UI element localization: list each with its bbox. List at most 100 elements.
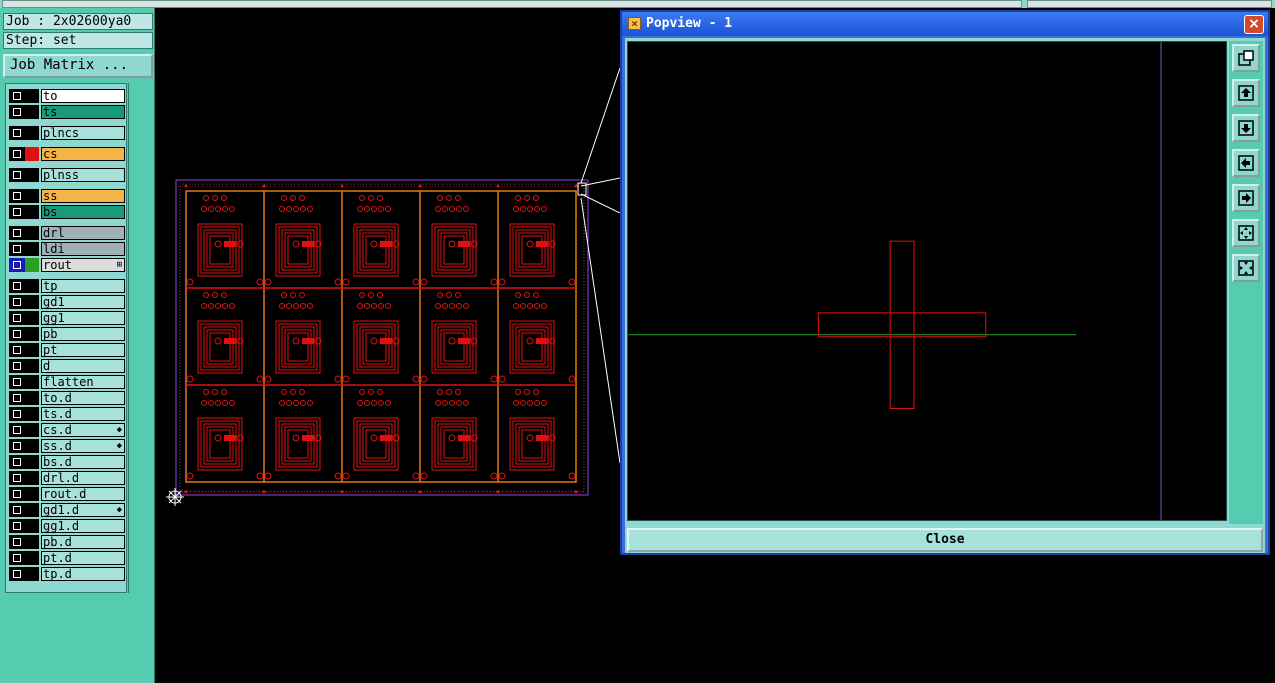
layer-checkbox[interactable] bbox=[9, 327, 25, 341]
layer-name[interactable]: drl bbox=[41, 226, 125, 240]
layer-name[interactable]: ts.d bbox=[41, 407, 125, 421]
layer-row-ts.d[interactable]: ts.d bbox=[8, 407, 125, 421]
layer-checkbox[interactable] bbox=[9, 126, 25, 140]
layer-color-swatch[interactable] bbox=[25, 343, 39, 357]
layer-color-swatch[interactable] bbox=[25, 503, 39, 517]
layer-color-swatch[interactable] bbox=[25, 391, 39, 405]
layer-color-swatch[interactable] bbox=[25, 295, 39, 309]
layer-checkbox[interactable] bbox=[9, 519, 25, 533]
layer-row-cs[interactable]: cs bbox=[8, 147, 125, 161]
layer-list-scrollbar[interactable] bbox=[128, 83, 154, 593]
layer-row-drl[interactable]: drl bbox=[8, 226, 125, 240]
layer-name[interactable]: cs bbox=[41, 147, 125, 161]
layer-checkbox[interactable] bbox=[9, 487, 25, 501]
layer-color-swatch[interactable] bbox=[25, 242, 39, 256]
layer-row-gd1.d[interactable]: gd1.d ◆ bbox=[8, 503, 125, 517]
layer-checkbox[interactable] bbox=[9, 503, 25, 517]
layer-checkbox[interactable] bbox=[9, 535, 25, 549]
layer-checkbox[interactable] bbox=[9, 567, 25, 581]
layer-color-swatch[interactable] bbox=[25, 327, 39, 341]
layer-row-d[interactable]: d bbox=[8, 359, 125, 373]
layer-color-swatch[interactable] bbox=[25, 89, 39, 103]
layer-name[interactable]: d bbox=[41, 359, 125, 373]
layer-row-gg1[interactable]: gg1 bbox=[8, 311, 125, 325]
layer-color-swatch[interactable] bbox=[25, 423, 39, 437]
layer-color-swatch[interactable] bbox=[25, 147, 39, 161]
layer-checkbox[interactable] bbox=[9, 551, 25, 565]
job-matrix-button[interactable]: Job Matrix ... bbox=[3, 54, 153, 78]
layer-row-rout[interactable]: rout ⊞ bbox=[8, 258, 125, 272]
layer-checkbox[interactable] bbox=[9, 189, 25, 203]
layer-color-swatch[interactable] bbox=[25, 359, 39, 373]
layer-color-swatch[interactable] bbox=[25, 519, 39, 533]
layer-name[interactable]: to.d bbox=[41, 391, 125, 405]
layer-checkbox[interactable] bbox=[9, 89, 25, 103]
layer-checkbox[interactable] bbox=[9, 423, 25, 437]
layer-row-drl.d[interactable]: drl.d bbox=[8, 471, 125, 485]
layer-name[interactable]: gg1.d bbox=[41, 519, 125, 533]
layer-name[interactable]: pt bbox=[41, 343, 125, 357]
layer-checkbox[interactable] bbox=[9, 455, 25, 469]
layer-name[interactable]: rout.d bbox=[41, 487, 125, 501]
layer-name[interactable]: tp bbox=[41, 279, 125, 293]
layer-color-swatch[interactable] bbox=[25, 551, 39, 565]
layer-name[interactable]: cs.d ◆ bbox=[41, 423, 125, 437]
layer-row-plncs[interactable]: plncs bbox=[8, 126, 125, 140]
layer-checkbox[interactable] bbox=[9, 295, 25, 309]
layer-name[interactable]: ts bbox=[41, 105, 125, 119]
layer-checkbox[interactable] bbox=[9, 258, 25, 272]
layer-color-swatch[interactable] bbox=[25, 535, 39, 549]
layer-row-pt.d[interactable]: pt.d bbox=[8, 551, 125, 565]
layer-name[interactable]: ss.d ◆ bbox=[41, 439, 125, 453]
layer-row-pb[interactable]: pb bbox=[8, 327, 125, 341]
layer-name[interactable]: bs bbox=[41, 205, 125, 219]
close-button[interactable]: Close bbox=[627, 528, 1263, 552]
layer-row-pt[interactable]: pt bbox=[8, 343, 125, 357]
layer-color-swatch[interactable] bbox=[25, 471, 39, 485]
layer-color-swatch[interactable] bbox=[25, 279, 39, 293]
layer-name[interactable]: pb.d bbox=[41, 535, 125, 549]
layer-checkbox[interactable] bbox=[9, 226, 25, 240]
layer-name[interactable]: ss bbox=[41, 189, 125, 203]
layer-color-swatch[interactable] bbox=[25, 407, 39, 421]
popview-viewport[interactable] bbox=[627, 41, 1227, 521]
layer-name[interactable]: rout ⊞ bbox=[41, 258, 125, 272]
layer-name[interactable]: flatten bbox=[41, 375, 125, 389]
layer-color-swatch[interactable] bbox=[25, 258, 39, 272]
pan-up-icon[interactable] bbox=[1232, 79, 1260, 107]
layer-name[interactable]: gg1 bbox=[41, 311, 125, 325]
layer-row-gd1[interactable]: gd1 bbox=[8, 295, 125, 309]
layer-row-tp.d[interactable]: tp.d bbox=[8, 567, 125, 581]
layer-checkbox[interactable] bbox=[9, 359, 25, 373]
layer-checkbox[interactable] bbox=[9, 343, 25, 357]
pan-down-icon[interactable] bbox=[1232, 114, 1260, 142]
zoom-fit-icon[interactable] bbox=[1232, 254, 1260, 282]
layer-name[interactable]: ldi bbox=[41, 242, 125, 256]
layer-name[interactable]: pb bbox=[41, 327, 125, 341]
layer-row-plnss[interactable]: plnss bbox=[8, 168, 125, 182]
layer-color-swatch[interactable] bbox=[25, 205, 39, 219]
layer-checkbox[interactable] bbox=[9, 391, 25, 405]
layer-color-swatch[interactable] bbox=[25, 455, 39, 469]
layer-color-swatch[interactable] bbox=[25, 105, 39, 119]
layer-row-rout.d[interactable]: rout.d bbox=[8, 487, 125, 501]
layer-row-cs.d[interactable]: cs.d ◆ bbox=[8, 423, 125, 437]
layer-color-swatch[interactable] bbox=[25, 567, 39, 581]
layer-row-to.d[interactable]: to.d bbox=[8, 391, 125, 405]
window-close-icon[interactable]: × bbox=[1244, 15, 1264, 34]
layer-checkbox[interactable] bbox=[9, 205, 25, 219]
pan-left-icon[interactable] bbox=[1232, 149, 1260, 177]
layer-name[interactable]: pt.d bbox=[41, 551, 125, 565]
layer-row-ss[interactable]: ss bbox=[8, 189, 125, 203]
layer-checkbox[interactable] bbox=[9, 168, 25, 182]
layer-color-swatch[interactable] bbox=[25, 439, 39, 453]
layer-checkbox[interactable] bbox=[9, 242, 25, 256]
layer-checkbox[interactable] bbox=[9, 105, 25, 119]
layer-name[interactable]: plncs bbox=[41, 126, 125, 140]
layer-row-ts[interactable]: ts bbox=[8, 105, 125, 119]
zoom-window-icon[interactable] bbox=[1232, 44, 1260, 72]
layer-row-to[interactable]: to bbox=[8, 89, 125, 103]
layer-name[interactable]: plnss bbox=[41, 168, 125, 182]
layer-color-swatch[interactable] bbox=[25, 375, 39, 389]
layer-row-bs.d[interactable]: bs.d bbox=[8, 455, 125, 469]
